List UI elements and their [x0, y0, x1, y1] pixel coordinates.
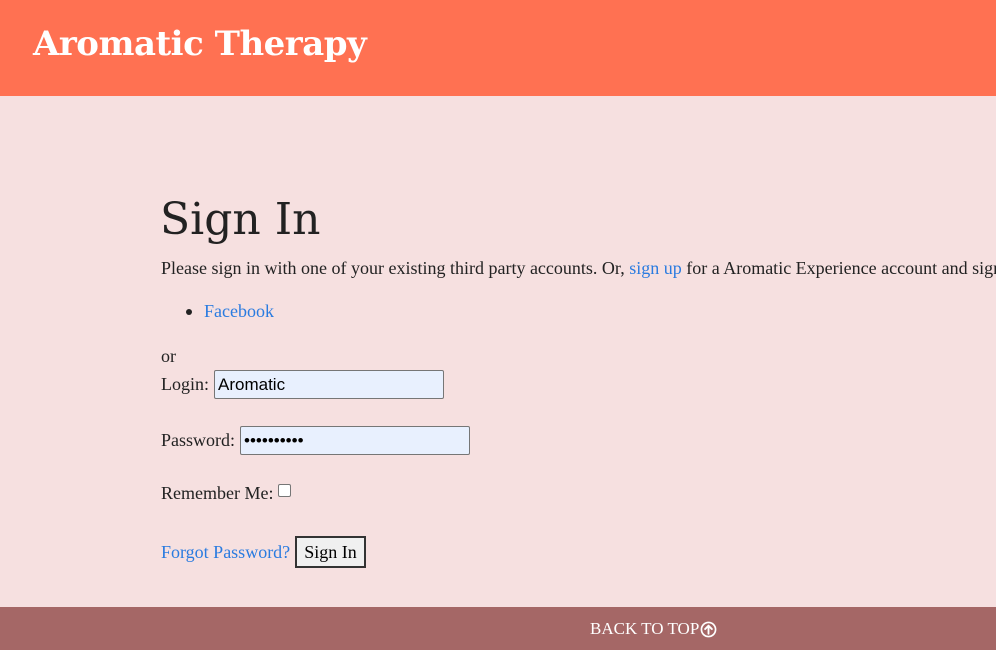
sign-in-button[interactable]: Sign In	[295, 536, 366, 568]
main-content: Sign In Please sign in with one of your …	[0, 96, 996, 607]
intro-text: Please sign in with one of your existing…	[161, 258, 996, 279]
remember-checkbox[interactable]	[278, 484, 292, 497]
social-providers-list: Facebook	[186, 301, 274, 322]
circle-arrow-up-icon	[700, 621, 717, 637]
login-input[interactable]	[214, 370, 444, 399]
site-brand[interactable]: Aromatic Therapy	[33, 24, 367, 64]
back-to-top-label: BACK TO TOP	[590, 619, 700, 638]
forgot-password-link[interactable]: Forgot Password?	[161, 542, 290, 563]
login-label: Login:	[161, 374, 209, 394]
back-to-top-link[interactable]: BACK TO TOP	[590, 619, 717, 639]
sign-up-link[interactable]: sign up	[629, 258, 682, 278]
site-footer: BACK TO TOP	[0, 607, 996, 650]
site-header: Aromatic Therapy	[0, 0, 996, 96]
intro-text-after: for a Aromatic Experience account and si…	[686, 258, 996, 278]
facebook-login-link[interactable]: Facebook	[204, 301, 274, 321]
password-row: Password:	[161, 426, 471, 455]
intro-text-before: Please sign in with one of your existing…	[161, 258, 630, 278]
bullet-icon	[186, 309, 192, 315]
remember-row: Remember Me:	[161, 483, 292, 504]
password-input[interactable]	[240, 426, 471, 455]
login-row: Login:	[161, 370, 444, 399]
actions-row: Forgot Password? Sign In	[161, 536, 366, 568]
remember-label: Remember Me:	[161, 483, 274, 503]
provider-item: Facebook	[186, 301, 274, 322]
page-title: Sign In	[160, 194, 321, 245]
or-separator: or	[161, 346, 176, 366]
password-label: Password:	[161, 430, 236, 450]
